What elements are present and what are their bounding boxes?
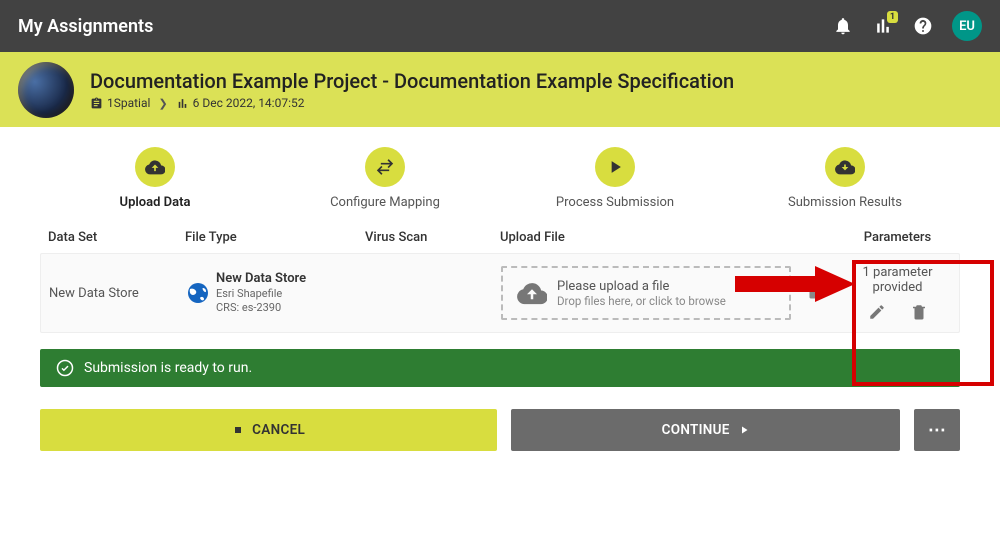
content: Data Set File Type Virus Scan Upload Fil…	[0, 220, 1000, 333]
swap-icon	[365, 147, 405, 187]
step-configure-mapping[interactable]: Configure Mapping	[275, 147, 495, 210]
step-label: Process Submission	[556, 195, 674, 210]
project-thumbnail	[18, 62, 74, 118]
col-dataset: Data Set	[40, 230, 185, 245]
step-process-submission[interactable]: Process Submission	[505, 147, 725, 210]
cloud-download-icon	[825, 147, 865, 187]
status-band: Submission is ready to run.	[40, 349, 960, 387]
page-title: My Assignments	[18, 16, 832, 37]
upload-dropzone[interactable]: Please upload a file Drop files here, or…	[501, 266, 791, 320]
project-title: Documentation Example Project - Document…	[90, 69, 734, 93]
edit-icon[interactable]	[868, 303, 886, 321]
cell-parameters: 1 parameter provided	[836, 265, 959, 321]
cancel-button[interactable]: CANCEL	[40, 409, 497, 451]
continue-button[interactable]: CONTINUE	[511, 409, 900, 451]
topbar: My Assignments 1 EU	[0, 0, 1000, 52]
user-avatar[interactable]: EU	[952, 11, 982, 41]
cloud-upload-icon	[517, 278, 547, 308]
cell-dataset: New Data Store	[41, 286, 186, 301]
cell-filetype: New Data Store Esri Shapefile CRS: es-23…	[186, 271, 366, 315]
stepper: Upload Data Configure Mapping Process Su…	[0, 127, 1000, 220]
stats-badge: 1	[887, 11, 898, 23]
breadcrumb-org[interactable]: 1Spatial	[90, 96, 150, 110]
status-message: Submission is ready to run.	[84, 360, 252, 376]
check-circle-icon	[56, 359, 74, 377]
table-row: New Data Store New Data Store Esri Shape…	[40, 253, 960, 333]
cloud-upload-icon	[135, 147, 175, 187]
topbar-actions: 1 EU	[832, 11, 982, 41]
step-label: Submission Results	[788, 195, 902, 210]
parameter-actions	[868, 303, 928, 321]
step-upload-data[interactable]: Upload Data	[45, 147, 265, 210]
clipboard-icon	[90, 97, 103, 110]
bell-icon[interactable]	[832, 15, 854, 37]
footer: CANCEL CONTINUE ⋯	[0, 387, 1000, 451]
filetype-format: Esri Shapefile	[216, 287, 306, 301]
step-submission-results[interactable]: Submission Results	[735, 147, 955, 210]
filetype-name: New Data Store	[216, 271, 306, 287]
cell-uploadfile: Please upload a file Drop files here, or…	[501, 266, 791, 320]
play-icon	[595, 147, 635, 187]
stats-icon[interactable]: 1	[872, 15, 894, 37]
project-header: Documentation Example Project - Document…	[0, 52, 1000, 127]
stats-small-icon	[176, 97, 189, 110]
trash-icon[interactable]	[805, 282, 823, 300]
trash-icon[interactable]	[910, 303, 928, 321]
breadcrumb: 1Spatial ❯ 6 Dec 2022, 14:07:52	[90, 96, 734, 110]
upload-sub-text: Drop files here, or click to browse	[557, 294, 726, 308]
col-uploadfile: Upload File	[500, 230, 790, 245]
parameter-count: 1 parameter provided	[836, 265, 959, 295]
upload-main-text: Please upload a file	[557, 279, 726, 294]
project-titles: Documentation Example Project - Document…	[90, 69, 734, 110]
play-icon	[738, 424, 750, 436]
help-icon[interactable]	[912, 15, 934, 37]
table-header: Data Set File Type Virus Scan Upload Fil…	[40, 220, 960, 253]
step-label: Upload Data	[120, 195, 191, 210]
cell-trash	[791, 282, 836, 304]
col-virusscan: Virus Scan	[365, 230, 500, 245]
col-filetype: File Type	[185, 230, 365, 245]
more-button[interactable]: ⋯	[914, 409, 960, 451]
filetype-crs: CRS: es-2390	[216, 301, 306, 315]
globe-icon	[186, 281, 210, 305]
breadcrumb-date: 6 Dec 2022, 14:07:52	[176, 96, 305, 110]
stop-icon	[232, 424, 244, 436]
chevron-right-icon: ❯	[158, 97, 167, 110]
col-parameters: Parameters	[835, 230, 960, 245]
step-label: Configure Mapping	[330, 195, 440, 210]
